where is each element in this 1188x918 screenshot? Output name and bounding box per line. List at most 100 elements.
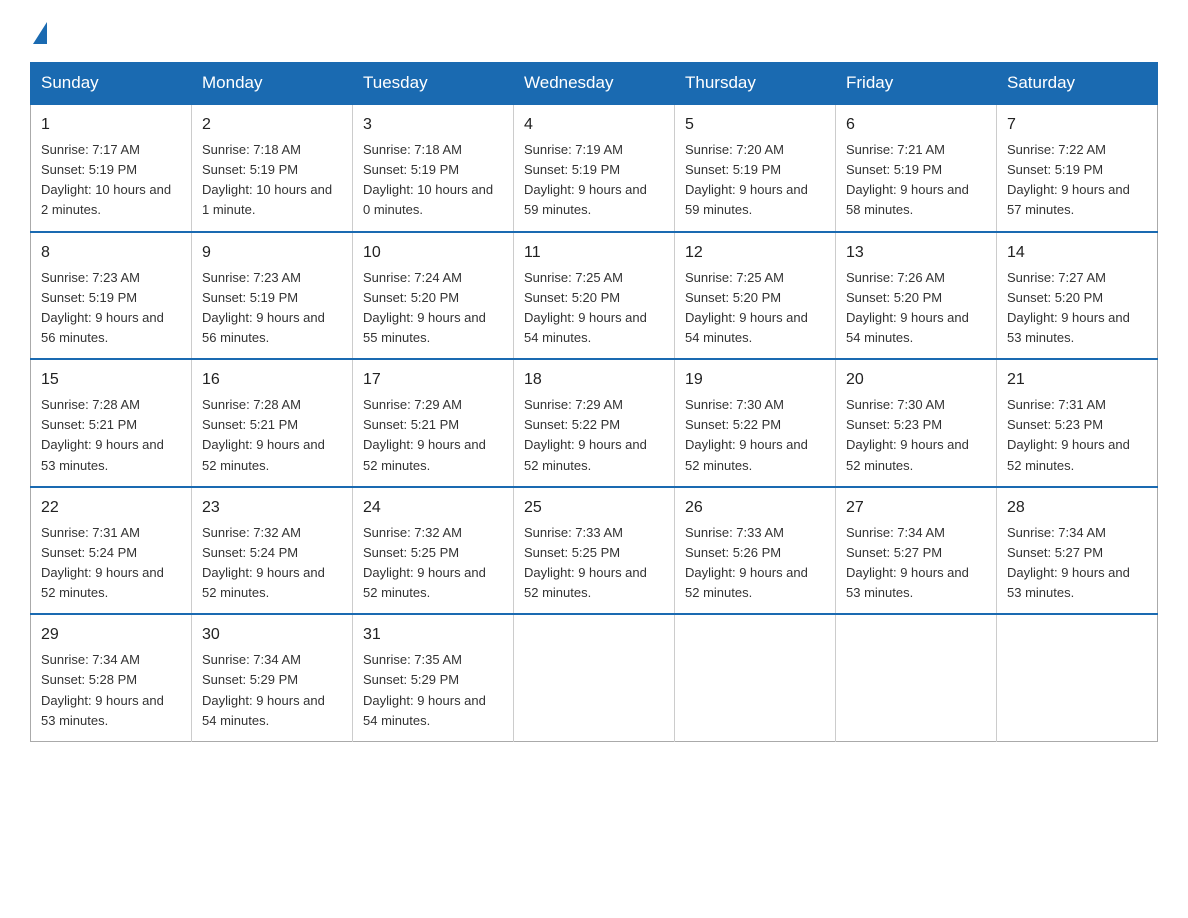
day-number: 1 [41, 113, 181, 137]
sunrise-text: Sunrise: 7:34 AM [41, 652, 140, 667]
sunrise-text: Sunrise: 7:17 AM [41, 142, 140, 157]
day-number: 15 [41, 368, 181, 392]
day-info: Sunrise: 7:21 AMSunset: 5:19 PMDaylight:… [846, 140, 986, 221]
day-number: 24 [363, 496, 503, 520]
sunset-text: Sunset: 5:20 PM [1007, 290, 1103, 305]
calendar-week-row: 15 Sunrise: 7:28 AM Sunset: 5:21 PM Dayligh… [31, 359, 1158, 487]
daylight-cont: 54 minutes. [846, 330, 913, 345]
day-info: Sunrise: 7:25 AM Sunset: 5:20 PM Daylight:… [524, 268, 664, 349]
sunset-text: Sunset: 5:24 PM [41, 545, 137, 560]
sunset-text: Sunset: 5:24 PM [202, 545, 298, 560]
sunset-text: Sunset: 5:29 PM [363, 672, 459, 687]
daylight-label: Daylight: [685, 437, 739, 452]
sunrise-text: Sunrise: 7:29 AM [524, 397, 623, 412]
daylight-cont: 52 minutes. [524, 458, 591, 473]
day-number: 5 [685, 113, 825, 137]
sunrise-text: Sunrise: 7:34 AM [1007, 525, 1106, 540]
sunrise-text: Sunrise: 7:30 AM [846, 397, 945, 412]
daylight-cont: 56 minutes. [202, 330, 269, 345]
sunset-text: Sunset: 5:19 PM [41, 290, 137, 305]
page-header [30, 20, 1158, 44]
daylight-cont: 58 minutes. [846, 202, 913, 217]
sunset-text: Sunset: 5:29 PM [202, 672, 298, 687]
calendar-day-cell: 11 Sunrise: 7:25 AM Sunset: 5:20 PM Dayligh… [514, 232, 675, 360]
day-number: 29 [41, 623, 181, 647]
day-info: Sunrise: 7:29 AMSunset: 5:21 PMDaylight:… [363, 395, 503, 476]
daylight-label: Daylight: [41, 437, 95, 452]
sunrise-text: Sunrise: 7:32 AM [202, 525, 301, 540]
day-info: Sunrise: 7:31 AMSunset: 5:24 PMDaylight:… [41, 523, 181, 604]
daylight-cont: 52 minutes. [202, 585, 269, 600]
daylight-label: Daylight: [524, 437, 578, 452]
calendar-day-cell: 31Sunrise: 7:35 AMSunset: 5:29 PMDayligh… [353, 614, 514, 741]
day-number: 23 [202, 496, 342, 520]
sunrise-text: Sunrise: 7:33 AM [685, 525, 784, 540]
calendar-week-row: 22Sunrise: 7:31 AMSunset: 5:24 PMDayligh… [31, 487, 1158, 615]
day-info: Sunrise: 7:28 AMSunset: 5:21 PMDaylight:… [202, 395, 342, 476]
daylight-cont: 53 minutes. [41, 713, 108, 728]
calendar-day-cell: 30Sunrise: 7:34 AMSunset: 5:29 PMDayligh… [192, 614, 353, 741]
daylight-label: Daylight: [846, 310, 900, 325]
weekday-header-friday: Friday [836, 63, 997, 105]
sunset-text: Sunset: 5:20 PM [524, 290, 620, 305]
day-number: 11 [524, 241, 664, 265]
day-info: Sunrise: 7:32 AMSunset: 5:25 PMDaylight:… [363, 523, 503, 604]
day-info: Sunrise: 7:30 AMSunset: 5:22 PMDaylight:… [685, 395, 825, 476]
calendar-day-cell: 26Sunrise: 7:33 AMSunset: 5:26 PMDayligh… [675, 487, 836, 615]
sunset-text: Sunset: 5:21 PM [202, 417, 298, 432]
sunset-text: Sunset: 5:22 PM [524, 417, 620, 432]
day-info: Sunrise: 7:30 AMSunset: 5:23 PMDaylight:… [846, 395, 986, 476]
day-number: 26 [685, 496, 825, 520]
daylight-cont: 52 minutes. [685, 585, 752, 600]
sunset-text: Sunset: 5:19 PM [1007, 162, 1103, 177]
day-number: 30 [202, 623, 342, 647]
calendar-day-cell: 17Sunrise: 7:29 AMSunset: 5:21 PMDayligh… [353, 359, 514, 487]
calendar-day-cell: 23Sunrise: 7:32 AMSunset: 5:24 PMDayligh… [192, 487, 353, 615]
daylight-cont: 53 minutes. [41, 458, 108, 473]
sunrise-text: Sunrise: 7:29 AM [363, 397, 462, 412]
sunset-text: Sunset: 5:27 PM [846, 545, 942, 560]
sunset-text: Sunset: 5:19 PM [41, 162, 137, 177]
daylight-cont: 59 minutes. [524, 202, 591, 217]
calendar-table: SundayMondayTuesdayWednesdayThursdayFrid… [30, 62, 1158, 742]
sunset-text: Sunset: 5:19 PM [202, 162, 298, 177]
sunrise-text: Sunrise: 7:23 AM [202, 270, 301, 285]
daylight-label: Daylight: [846, 565, 900, 580]
day-info: Sunrise: 7:34 AMSunset: 5:27 PMDaylight:… [1007, 523, 1147, 604]
daylight-cont: 53 minutes. [1007, 585, 1074, 600]
calendar-day-cell: 2Sunrise: 7:18 AMSunset: 5:19 PMDaylight… [192, 104, 353, 232]
sunset-text: Sunset: 5:19 PM [685, 162, 781, 177]
calendar-day-cell: 20Sunrise: 7:30 AMSunset: 5:23 PMDayligh… [836, 359, 997, 487]
day-info: Sunrise: 7:20 AMSunset: 5:19 PMDaylight:… [685, 140, 825, 221]
calendar-day-cell: 18Sunrise: 7:29 AMSunset: 5:22 PMDayligh… [514, 359, 675, 487]
sunset-text: Sunset: 5:19 PM [846, 162, 942, 177]
daylight-label: Daylight: [41, 310, 95, 325]
daylight-label: Daylight: [202, 437, 256, 452]
day-info: Sunrise: 7:22 AMSunset: 5:19 PMDaylight:… [1007, 140, 1147, 221]
calendar-week-row: 1 Sunrise: 7:17 AM Sunset: 5:19 PM Daylight… [31, 104, 1158, 232]
day-info: Sunrise: 7:17 AMSunset: 5:19 PMDaylight:… [41, 140, 181, 221]
daylight-cont: 52 minutes. [846, 458, 913, 473]
daylight-label: Daylight: [524, 182, 578, 197]
sunrise-text: Sunrise: 7:28 AM [41, 397, 140, 412]
calendar-empty-cell [675, 614, 836, 741]
daylight-cont: 52 minutes. [1007, 458, 1074, 473]
day-info: Sunrise: 7:27 AMSunset: 5:20 PMDaylight:… [1007, 268, 1147, 349]
daylight-label: Daylight: [363, 693, 417, 708]
sunrise-text: Sunrise: 7:31 AM [1007, 397, 1106, 412]
day-info: Sunrise: 7:31 AMSunset: 5:23 PMDaylight:… [1007, 395, 1147, 476]
daylight-label: Daylight: [846, 182, 900, 197]
weekday-header-row: SundayMondayTuesdayWednesdayThursdayFrid… [31, 63, 1158, 105]
sunset-text: Sunset: 5:25 PM [363, 545, 459, 560]
day-number: 21 [1007, 368, 1147, 392]
sunrise-text: Sunrise: 7:25 AM [524, 270, 623, 285]
daylight-label: Daylight: [524, 310, 578, 325]
day-number: 3 [363, 113, 503, 137]
daylight-cont: 55 minutes. [363, 330, 430, 345]
sunrise-text: Sunrise: 7:23 AM [41, 270, 140, 285]
weekday-header-thursday: Thursday [675, 63, 836, 105]
sunset-text: Sunset: 5:23 PM [846, 417, 942, 432]
day-number: 12 [685, 241, 825, 265]
daylight-label: Daylight: [1007, 437, 1061, 452]
daylight-cont: 53 minutes. [1007, 330, 1074, 345]
